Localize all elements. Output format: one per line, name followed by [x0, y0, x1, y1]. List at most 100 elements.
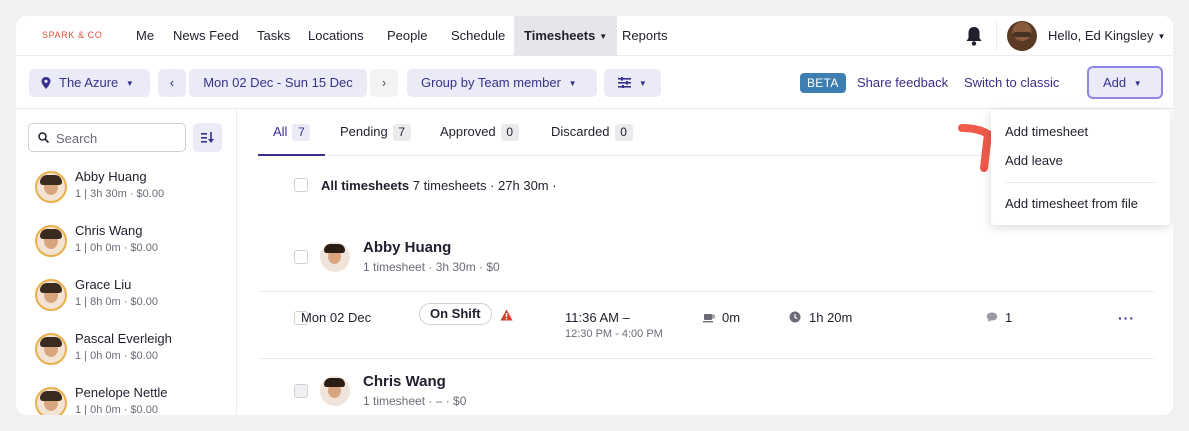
- avatar: [320, 376, 350, 406]
- member-name: Chris Wang: [75, 223, 143, 238]
- nav-item-me[interactable]: Me: [136, 16, 154, 56]
- chevron-left-icon: ‹: [169, 75, 175, 90]
- employee-checkbox[interactable]: [294, 250, 308, 264]
- avatar: [35, 387, 67, 415]
- location-selector[interactable]: The Azure ▼: [29, 69, 150, 97]
- worked-duration: 1h 20m: [809, 310, 853, 325]
- member-name: Penelope Nettle: [75, 385, 168, 400]
- user-greeting: Hello, Ed Kingsley: [1048, 28, 1154, 43]
- row-divider: [258, 358, 1154, 359]
- tab-label: Discarded: [551, 124, 610, 139]
- tab-count: 7: [392, 124, 411, 141]
- timesheet-row[interactable]: Mon 02 Dec On Shift 11:36 AM – 12:30 PM …: [258, 292, 1154, 358]
- chevron-down-icon: ▼: [1157, 32, 1166, 41]
- location-label: The Azure: [59, 75, 119, 90]
- date-range-picker[interactable]: Mon 02 Dec - Sun 15 Dec: [189, 69, 367, 97]
- avatar: [320, 242, 350, 272]
- member-list-item[interactable]: Penelope Nettle 1 | 0h 0m · $0.00: [35, 385, 225, 415]
- avatar: [35, 225, 67, 257]
- clock-icon: [789, 311, 801, 323]
- employee-checkbox[interactable]: [294, 384, 308, 398]
- group-by-label: Group by Team member: [421, 75, 561, 90]
- nav-item-tasks[interactable]: Tasks: [257, 16, 290, 56]
- member-meta: 1 | 0h 0m · $0.00: [75, 242, 158, 254]
- select-all-checkbox[interactable]: [294, 178, 308, 192]
- sort-icon: [201, 132, 214, 143]
- member-list-item[interactable]: Grace Liu 1 | 8h 0m · $0.00: [35, 277, 225, 317]
- avatar: [35, 171, 67, 203]
- add-button[interactable]: Add ▼: [1087, 66, 1163, 99]
- break-duration: 0m: [722, 310, 741, 325]
- tab-all[interactable]: All 7: [258, 109, 326, 156]
- nav-item-news-feed[interactable]: News Feed: [173, 16, 239, 56]
- nav-item-reports[interactable]: Reports: [622, 16, 668, 56]
- add-leave-menu-item[interactable]: Add leave: [1005, 153, 1063, 168]
- summary-detail: 7 timesheets · 27h 30m ·: [412, 178, 557, 193]
- app-frame: SPARK & CO Me News Feed Tasks Locations …: [16, 16, 1173, 415]
- tab-count: 0: [500, 124, 519, 141]
- timesheet-toolbar: The Azure ▼ ‹ Mon 02 Dec - Sun 15 Dec › …: [16, 56, 1173, 109]
- employee-name[interactable]: Abby Huang: [363, 239, 451, 256]
- user-avatar[interactable]: [1007, 21, 1037, 51]
- scheduled-range: 12:30 PM - 4:00 PM: [565, 328, 663, 340]
- sliders-icon: [618, 77, 632, 88]
- search-icon: [38, 132, 49, 143]
- filter-options-button[interactable]: ▼: [604, 69, 661, 97]
- chevron-down-icon: ▼: [568, 79, 577, 88]
- location-pin-icon: [41, 77, 51, 89]
- add-timesheet-menu-item[interactable]: Add timesheet: [1005, 124, 1088, 139]
- employee-summary: 1 timesheet · 3h 30m · $0: [363, 260, 500, 274]
- more-options-icon[interactable]: ···: [1118, 310, 1135, 326]
- tab-label: Approved: [440, 124, 496, 139]
- employee-name[interactable]: Chris Wang: [363, 373, 446, 390]
- user-menu[interactable]: Hello, Ed Kingsley ▼: [1048, 16, 1165, 56]
- member-list-item[interactable]: Pascal Everleigh 1 | 0h 0m · $0.00: [35, 331, 225, 371]
- team-member-sidebar: Abby Huang 1 | 3h 30m · $0.00 Chris Wang…: [16, 109, 237, 415]
- coffee-break-icon: [703, 314, 715, 323]
- employee-summary: 1 timesheet · – · $0: [363, 394, 467, 408]
- member-name: Abby Huang: [75, 169, 147, 184]
- chevron-down-icon: ▼: [599, 32, 608, 41]
- switch-to-classic-link[interactable]: Switch to classic: [964, 69, 1059, 97]
- menu-divider: [1005, 182, 1156, 183]
- chevron-down-icon: ▼: [1133, 79, 1142, 88]
- nav-item-locations[interactable]: Locations: [308, 16, 364, 56]
- tab-pending[interactable]: Pending 7: [340, 109, 411, 156]
- nav-item-timesheets-label: Timesheets: [524, 28, 596, 43]
- nav-item-timesheets[interactable]: Timesheets ▼: [514, 16, 618, 56]
- tab-count: 7: [292, 124, 311, 141]
- next-period-button[interactable]: ›: [370, 69, 398, 97]
- tab-approved[interactable]: Approved 0: [440, 109, 519, 156]
- tab-label: All: [273, 124, 288, 139]
- comment-icon[interactable]: [986, 311, 998, 323]
- previous-period-button[interactable]: ‹: [158, 69, 186, 97]
- search-input[interactable]: [56, 129, 181, 147]
- shift-start-time: 11:36 AM –: [565, 310, 630, 325]
- share-feedback-link[interactable]: Share feedback: [857, 69, 948, 97]
- nav-item-people[interactable]: People: [387, 16, 427, 56]
- group-by-dropdown[interactable]: Group by Team member ▼: [407, 69, 597, 97]
- comment-count: 1: [1005, 310, 1013, 325]
- add-timesheet-from-file-menu-item[interactable]: Add timesheet from file: [1005, 196, 1138, 211]
- chevron-down-icon: ▼: [125, 79, 134, 88]
- nav-item-schedule[interactable]: Schedule: [451, 16, 505, 56]
- member-list-item[interactable]: Abby Huang 1 | 3h 30m · $0.00: [35, 169, 225, 209]
- member-meta: 1 | 3h 30m · $0.00: [75, 188, 165, 200]
- warning-icon[interactable]: [500, 309, 513, 321]
- tab-discarded[interactable]: Discarded 0: [551, 109, 633, 156]
- brand-logo[interactable]: SPARK & CO: [42, 30, 102, 40]
- beta-badge: BETA: [800, 73, 846, 93]
- tab-label: Pending: [340, 124, 388, 139]
- chevron-right-icon: ›: [381, 75, 387, 90]
- member-list-item[interactable]: Chris Wang 1 | 0h 0m · $0.00: [35, 223, 225, 263]
- tab-count: 0: [614, 124, 633, 141]
- avatar: [35, 333, 67, 365]
- status-badge: On Shift: [419, 303, 492, 325]
- member-search: [28, 123, 186, 152]
- timesheets-summary: All timesheets 7 timesheets · 27h 30m ·: [321, 178, 557, 193]
- add-dropdown-menu: Add timesheet Add leave Add timesheet fr…: [991, 110, 1170, 225]
- nav-divider: [996, 22, 997, 50]
- bell-icon[interactable]: [964, 25, 984, 47]
- sort-button[interactable]: [193, 123, 222, 152]
- summary-title: All timesheets: [321, 178, 410, 193]
